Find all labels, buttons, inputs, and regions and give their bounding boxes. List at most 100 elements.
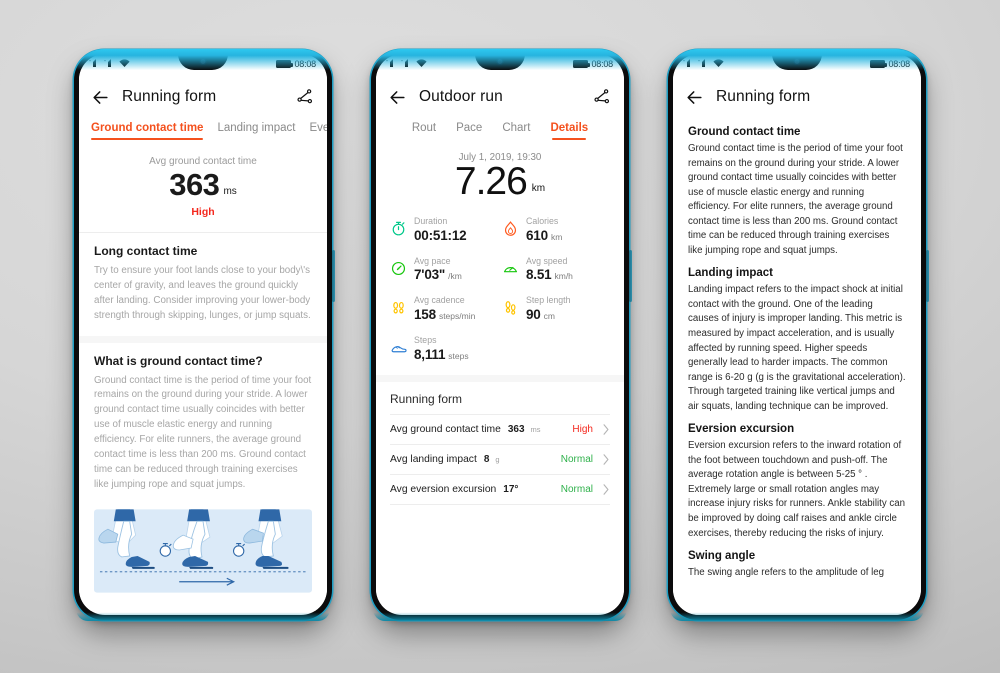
stat-unit: steps/min (438, 310, 476, 321)
hero-unit: ms (223, 186, 237, 197)
footstep-icon (505, 301, 516, 316)
status-bar: “ “ 08:08 (79, 54, 327, 76)
battery-icon (870, 60, 888, 68)
section-what-is-gct: What is ground contact time? Ground cont… (79, 343, 327, 505)
signal-bars-icon-2: “ (698, 59, 705, 67)
page-title: Running form (122, 88, 217, 105)
app-bar: Running form (79, 76, 327, 118)
stat-empty (502, 329, 614, 369)
signal-bars-icon: “ (89, 59, 96, 67)
stat-avg-cadence: Avg cadence 158 steps/min (390, 289, 502, 329)
status-badge: Normal (560, 453, 593, 465)
back-arrow-icon[interactable] (388, 88, 407, 107)
front-camera-icon (496, 58, 504, 65)
tab-eversion-excursion[interactable]: Ever (309, 122, 327, 140)
stat-unit: cm (543, 310, 555, 321)
chevron-right-icon (603, 483, 609, 495)
phone1-content: Avg ground contact time 363 ms High Long… (79, 140, 327, 611)
tab-landing-impact[interactable]: Landing impact (217, 122, 295, 140)
share-icon[interactable] (593, 88, 611, 106)
row-label: Avg eversion excursion (390, 483, 497, 495)
stat-label: Avg cadence (414, 295, 465, 306)
distance-value: 7.26 (454, 160, 528, 203)
row-unit: ms (530, 424, 541, 434)
phone1-screen: “ “ 08:08 Running form Ground contact ti… (79, 54, 327, 615)
camera-notch (178, 54, 228, 70)
stat-value: 7'03" (414, 267, 446, 283)
front-camera-icon (793, 58, 801, 65)
front-camera-icon (199, 58, 207, 65)
row-value: 17° (503, 483, 519, 495)
stat-unit: steps (448, 350, 469, 361)
power-button[interactable] (926, 250, 929, 302)
signal-bars-icon-2: “ (401, 59, 408, 67)
distance-block: 7.26 km (376, 160, 624, 203)
stat-value: 8,111 (414, 346, 446, 362)
doc-heading-eversion: Eversion excursion (688, 423, 795, 436)
running-form-section: Running form Avg ground contact time 363… (376, 382, 624, 505)
back-arrow-icon[interactable] (685, 88, 704, 107)
doc-body-eversion: Eversion excursion refers to the inward … (688, 440, 905, 539)
status-clock: 08:08 (888, 59, 910, 69)
tab-route[interactable]: Rout (412, 122, 436, 140)
run-detail-tabs[interactable]: Rout Pace Chart Details (376, 118, 624, 140)
share-icon[interactable] (296, 88, 314, 106)
section-long-contact-time: Long contact time Try to ensure your foo… (79, 233, 327, 336)
signal-bars-icon: “ (683, 59, 690, 67)
app-bar: Outdoor run (376, 76, 624, 118)
stat-steps: Steps 8,111 steps (390, 329, 502, 369)
status-badge: High (572, 423, 593, 435)
stat-label: Steps (414, 334, 437, 345)
hero-metric: Avg ground contact time 363 ms High (79, 140, 327, 232)
stat-duration: Duration 00:51:12 (390, 210, 502, 250)
phone-device-3: “ “ 08:08 Running form Ground contact ti… (667, 49, 929, 621)
section-gap (376, 374, 624, 382)
stat-value: 00:51:12 (414, 227, 467, 243)
phone-device-1: “ “ 08:08 Running form Ground contact ti… (73, 49, 335, 621)
wifi-icon (119, 59, 130, 67)
power-button[interactable] (332, 250, 335, 302)
tab-pace[interactable]: Pace (456, 122, 482, 140)
stat-label: Step length (526, 295, 571, 306)
stat-unit: /km (448, 271, 462, 282)
phone-device-2: “ “ 08:08 Outdoor run Rout Pace Chart De… (370, 49, 632, 621)
doc-body-swing-angle: The swing angle refers to the amplitude … (688, 567, 885, 579)
stat-value: 610 (526, 227, 548, 243)
row-label: Avg ground contact time (390, 423, 501, 435)
doc-body-landing-impact: Landing impact refers to the impact shoc… (688, 284, 906, 412)
running-gait-illustration (94, 508, 312, 593)
battery-icon (276, 60, 294, 68)
status-badge: Normal (560, 483, 593, 495)
section-body: Ground contact time is the period of tim… (94, 374, 312, 490)
camera-notch (475, 54, 525, 70)
camera-notch (772, 54, 822, 70)
svg-text:“: “ (401, 60, 403, 66)
chevron-right-icon (603, 453, 609, 465)
status-bar: “ “ 08:08 (376, 54, 624, 76)
metric-tabs[interactable]: Ground contact time Landing impact Ever (79, 118, 327, 140)
running-form-row-gct[interactable]: Avg ground contact time 363 ms High (390, 413, 610, 444)
flame-icon (504, 221, 517, 237)
stat-unit: km (550, 231, 563, 242)
battery-icon (573, 60, 591, 68)
row-value: 8 (483, 453, 490, 465)
illustration-wrap (79, 505, 327, 608)
speedometer-icon (503, 266, 518, 273)
wifi-icon (713, 59, 724, 67)
divider (390, 503, 610, 505)
running-form-row-landing-impact[interactable]: Avg landing impact 8 g Normal (390, 443, 610, 474)
tab-ground-contact-time[interactable]: Ground contact time (91, 122, 204, 140)
back-arrow-icon[interactable] (91, 88, 110, 107)
row-label: Avg landing impact (390, 453, 477, 465)
status-bar: “ “ 08:08 (673, 54, 921, 76)
tab-details[interactable]: Details (550, 122, 588, 140)
row-value: 363 (507, 423, 525, 435)
hero-label: Avg ground contact time (149, 156, 257, 167)
status-clock: 08:08 (294, 59, 316, 69)
stat-label: Calories (526, 216, 559, 227)
power-button[interactable] (629, 250, 632, 302)
tab-chart[interactable]: Chart (502, 122, 530, 140)
page-title: Running form (716, 88, 811, 105)
stat-value: 90 (526, 306, 541, 322)
running-form-row-eversion[interactable]: Avg eversion excursion 17° Normal (390, 473, 610, 504)
